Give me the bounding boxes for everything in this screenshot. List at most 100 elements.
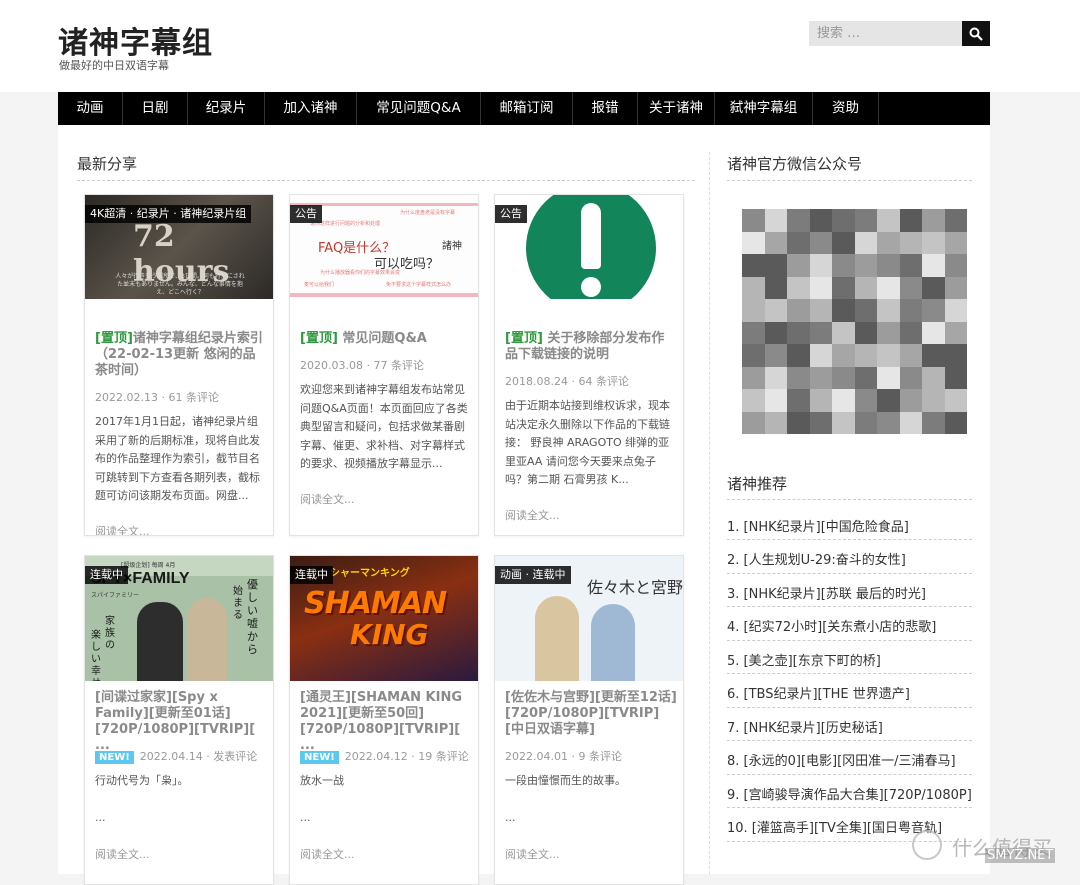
nav-item-drama[interactable]: 日剧 <box>123 92 188 125</box>
qr-cell <box>742 276 765 299</box>
nav-item-join[interactable]: 加入诸神 <box>265 92 357 125</box>
recommend-item[interactable]: 1. [NHK纪录片][中国危险食品] <box>727 516 972 535</box>
thumb-text: [超级企划] 每周 4月 <box>121 562 176 569</box>
post-meta: 2018.08.24 · 64 条评论 <box>505 375 629 388</box>
nav-item-about[interactable]: 关于诸神 <box>638 92 715 125</box>
read-more-link[interactable]: 阅读全文... <box>505 846 560 862</box>
qr-cell <box>809 366 832 389</box>
qr-cell <box>922 209 945 232</box>
qr-cell <box>854 299 877 322</box>
post-badge[interactable]: 公告 <box>290 205 322 223</box>
qr-cell <box>922 231 945 254</box>
post-title-text: 常见问题Q&A <box>342 331 427 346</box>
qr-cell <box>764 231 787 254</box>
read-more-link[interactable]: 阅读全文... <box>300 846 355 862</box>
qr-cell <box>922 299 945 322</box>
thumb-logo: KING <box>350 618 429 651</box>
post-thumbnail[interactable]: 佐々木と宮野 动画 · 连载中 <box>495 556 683 681</box>
post-title[interactable]: [通灵王][SHAMAN KING 2021][更新至50回][720P/108… <box>300 690 472 754</box>
qr-cell <box>764 366 787 389</box>
post-meta: 2022.02.13 · 61 条评论 <box>95 391 219 404</box>
qr-cell <box>944 209 967 232</box>
qr-cell <box>877 209 900 232</box>
nav-item-subscribe[interactable]: 邮箱订阅 <box>481 92 573 125</box>
qr-cell <box>899 209 922 232</box>
recommend-item[interactable]: 8. [永远的0][电影][冈田准一/三浦春马] <box>727 750 972 769</box>
recommend-item[interactable]: 7. [NHK纪录片][历史秘话] <box>727 717 972 736</box>
post-title[interactable]: [置顶] 关于移除部分发布作品下载链接的说明 <box>505 331 677 363</box>
read-more-link[interactable]: 阅读全文... <box>95 846 150 862</box>
thumb-caption: 人々が行き交う場所で、3日間。何も特別にされた並末もありません。みんな、どんな事… <box>115 273 245 296</box>
post-badge[interactable]: 连载中 <box>290 566 333 584</box>
read-more-link[interactable]: 阅读全文... <box>95 523 150 535</box>
nav-item-shishen[interactable]: 弑神字幕组 <box>715 92 813 125</box>
post-badge[interactable]: 公告 <box>495 205 527 223</box>
post-title-text: [通灵王][SHAMAN KING 2021][更新至50回][720P/108… <box>300 690 462 753</box>
new-badge: NEW! <box>95 751 134 764</box>
post-comments[interactable]: 64 条评论 <box>578 375 629 388</box>
qr-cell <box>944 276 967 299</box>
thumb-text: 免不要求这个字幕样式怎么办 <box>386 282 452 288</box>
qr-cell <box>809 344 832 367</box>
search-input[interactable]: 搜索 … <box>809 21 962 46</box>
qr-cell <box>832 389 855 412</box>
recommend-item[interactable]: 2. [人生规划U-29:奋斗的女性] <box>727 549 972 568</box>
qr-cell <box>764 276 787 299</box>
qr-cell <box>764 209 787 232</box>
recommend-item[interactable]: 3. [NHK纪录片][苏联 最后的时光] <box>727 583 972 602</box>
thumb-text: 为什么度盘老是没有字幕 <box>400 210 456 216</box>
post-thumbnail[interactable]: [超级企划] 每周 4月 SPY×FAMILY スパイファミリー 優しい嘘から … <box>85 556 273 681</box>
qr-cell <box>764 411 787 434</box>
qr-cell <box>809 299 832 322</box>
nav-item-documentary[interactable]: 纪录片 <box>188 92 265 125</box>
thumb-vertical-text: 家族の <box>105 616 115 651</box>
qr-cell <box>854 321 877 344</box>
post-comments[interactable]: 9 条评论 <box>578 750 622 763</box>
post-comments[interactable]: 61 条评论 <box>168 391 219 404</box>
post-badge[interactable]: 连载中 <box>85 566 128 584</box>
post-thumbnail[interactable]: シャーマンキング SHAMAN KING 连载中 <box>290 556 478 681</box>
post-badge[interactable]: 4K超清 · 纪录片 · 诸神纪录片组 <box>85 205 252 223</box>
read-more-link[interactable]: 阅读全文... <box>300 491 355 507</box>
recommend-item[interactable]: 9. [宫崎骏导演作品大合集][720P/1080P] <box>727 784 972 803</box>
qr-cell <box>944 366 967 389</box>
post-title[interactable]: [置顶]诸神字幕组纪录片索引（22-02-13更新 悠闲的品茶时间） <box>95 331 267 379</box>
nav-item-donate[interactable]: 资助 <box>813 92 879 125</box>
qr-cell <box>922 254 945 277</box>
qr-cell <box>899 276 922 299</box>
recommend-item[interactable]: 6. [TBS纪录片][THE 世界遗产] <box>727 683 972 702</box>
post-thumbnail[interactable]: 72 hours 人々が行き交う場所で、3日間。何も特別にされた並末もありません… <box>85 195 273 299</box>
post-comments[interactable]: 19 条评论 <box>418 750 469 763</box>
divider <box>727 539 972 540</box>
post-title[interactable]: [间谍过家家][Spy x Family][更新至01话][720P/1080P… <box>95 690 267 754</box>
qr-cell <box>854 231 877 254</box>
post-badge[interactable]: 动画 · 连载中 <box>495 566 571 584</box>
site-description: 做最好的中日双语字幕 <box>59 59 169 72</box>
recommend-item[interactable]: 5. [美之壶][东京下町的桥] <box>727 650 972 669</box>
post-comments[interactable]: 77 条评论 <box>373 359 424 372</box>
post-comments[interactable]: 发表评论 <box>213 750 257 763</box>
read-more-link[interactable]: 阅读全文... <box>505 507 560 523</box>
qr-cell <box>944 389 967 412</box>
search-button[interactable] <box>962 21 990 46</box>
post-excerpt: 由于近期本站接到维权诉求，现本站决定永久删除以下作品的下载链接： 野良神 ARA… <box>505 399 670 486</box>
qr-cell <box>742 321 765 344</box>
thumb-logo: SHAMAN <box>304 586 447 621</box>
post-title[interactable]: [佐佐木与宫野][更新至12话][720P/1080P][TVRIP][中日双语… <box>505 690 677 738</box>
watermark-site: SMYZ.NET <box>985 848 1056 863</box>
post-thumbnail[interactable]: 请你这样进行问题的分析和处理 为什么度盘老是没有字幕 FAQ是什么？ 可以吃吗？… <box>290 195 478 299</box>
nav-item-anime[interactable]: 动画 <box>58 92 123 125</box>
qr-cell <box>764 321 787 344</box>
thumb-figure <box>535 596 579 681</box>
site-title[interactable]: 诸神字幕组 <box>58 18 213 62</box>
qr-cell <box>944 344 967 367</box>
nav-item-faq[interactable]: 常见问题Q&A <box>357 92 481 125</box>
post-date: 2018.08.24 <box>505 375 568 388</box>
nav-item-report[interactable]: 报错 <box>573 92 638 125</box>
post-meta: 2020.03.08 · 77 条评论 <box>300 359 424 372</box>
recommend-item[interactable]: 4. [纪实72小时][关东煮小店的悲歌] <box>727 616 972 635</box>
post-title[interactable]: [置顶] 常见问题Q&A <box>300 331 472 347</box>
post-thumbnail[interactable]: 公告 <box>495 195 683 299</box>
pin-label: [置顶] <box>95 331 133 346</box>
qr-cell <box>832 321 855 344</box>
